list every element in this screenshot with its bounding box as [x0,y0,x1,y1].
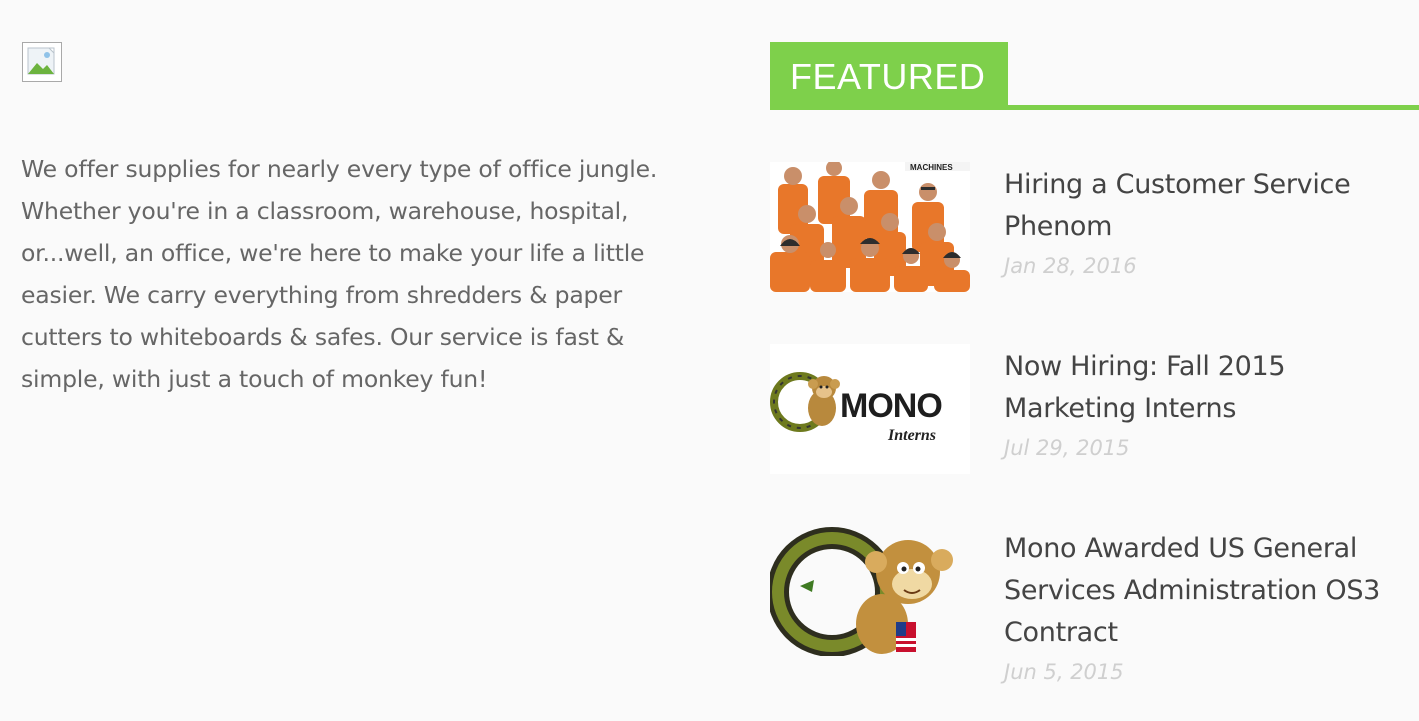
team-photo-thumbnail[interactable]: MACHINES [770,162,970,292]
post-item[interactable]: MACHINES Hiring a Customer Service Pheno… [770,162,1419,312]
featured-title: FEATURED [790,56,986,97]
broken-image-icon [22,42,62,82]
thumb-label: MACHINES [910,163,953,172]
thumb-sub: Interns [887,427,936,444]
mono-interns-thumbnail[interactable]: MONO Interns [770,344,970,474]
post-date: Jul 29, 2015 [1004,436,1130,460]
post-title[interactable]: Mono Awarded US General Services Adminis… [1004,528,1414,654]
post-date: Jan 28, 2016 [1004,254,1137,278]
post-title[interactable]: Hiring a Customer Service Phenom [1004,164,1414,248]
post-item[interactable]: Mono Awarded US General Services Adminis… [770,526,1419,684]
post-date: Jun 5, 2015 [1004,660,1124,684]
about-text: We offer supplies for nearly every type … [21,155,658,393]
post-title[interactable]: Now Hiring: Fall 2015 Marketing Interns [1004,346,1414,430]
monkey-logo-thumbnail[interactable] [770,526,970,656]
thumb-brand: MONO [840,387,942,425]
post-item[interactable]: MONO Interns Now Hiring: Fall 2015 Marke… [770,344,1419,494]
featured-heading: FEATURED [770,42,1008,110]
featured-divider [770,105,1419,110]
